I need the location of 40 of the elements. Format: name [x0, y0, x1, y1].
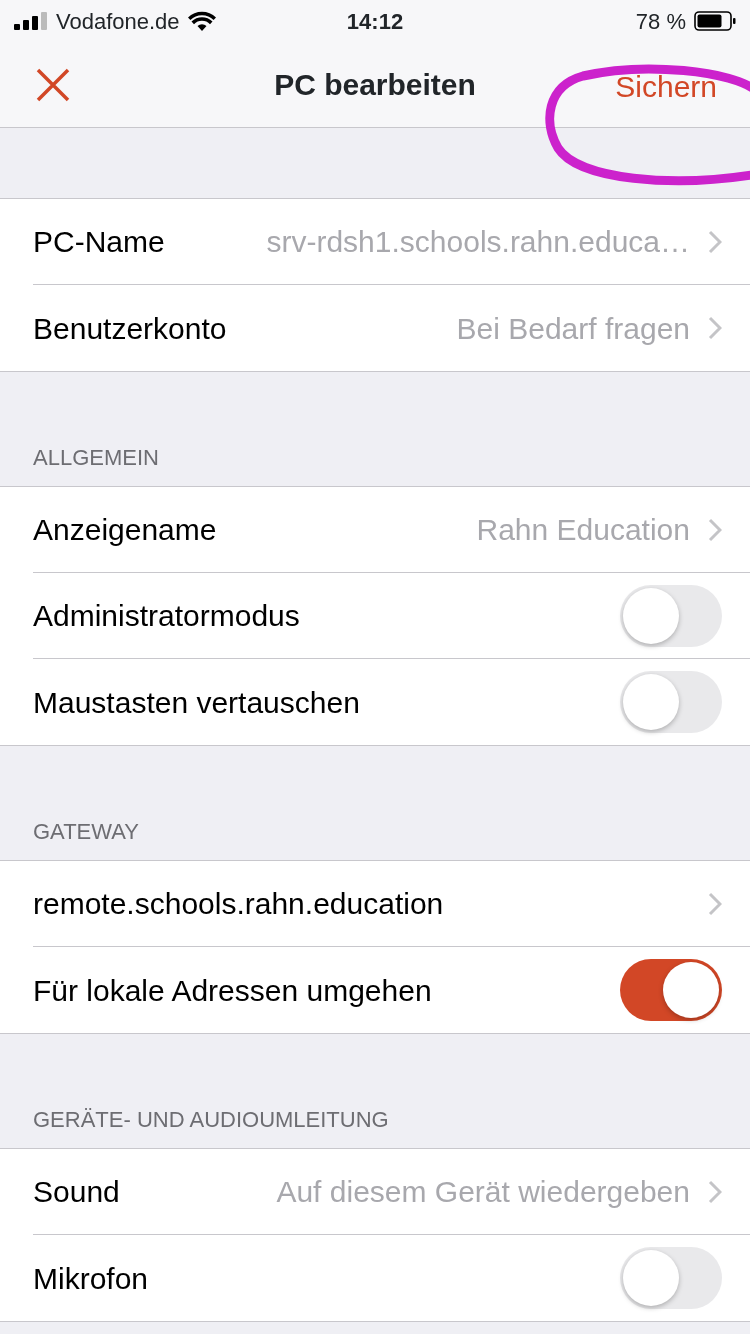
settings-row[interactable]: PC-Name srv-rdsh1.schools.rahn.educa… — [33, 199, 750, 285]
carrier-name: Vodafone.de — [56, 7, 180, 36]
chevron-icon — [708, 229, 722, 254]
row-value: srv-rdsh1.schools.rahn.educa… — [266, 224, 690, 260]
screen-title: PC bearbeiten — [274, 67, 476, 103]
row-label: Administratormodus — [33, 598, 300, 634]
row-label: Für lokale Adressen umgehen — [33, 972, 432, 1009]
section-header: GERÄTE- UND AUDIOUMLEITUNG — [33, 1106, 389, 1134]
section-header: ALLGEMEIN — [33, 444, 159, 472]
settings-row[interactable]: remote.schools.rahn.education — [33, 861, 750, 947]
row-value: Bei Bedarf fragen — [456, 310, 690, 347]
row-label: Sound — [33, 1174, 120, 1210]
settings-row[interactable]: Benutzerkonto Bei Bedarf fragen — [33, 285, 750, 371]
row-label: Mikrofon — [33, 1260, 149, 1297]
chevron-icon — [708, 316, 722, 340]
row-label: Benutzerkonto — [33, 310, 227, 347]
settings-row[interactable]: Anzeigename Rahn Education — [33, 487, 750, 573]
battery-percent: 78 % — [635, 7, 686, 36]
row-label: PC-Name — [33, 224, 165, 260]
toggle-switch[interactable] — [620, 959, 722, 1021]
chevron-icon — [708, 1179, 722, 1204]
row-value: Rahn Education — [476, 512, 690, 548]
row-label: Anzeigename — [33, 512, 217, 548]
row-label: remote.schools.rahn.education — [33, 886, 444, 922]
battery-icon — [694, 11, 736, 31]
wifi-icon — [187, 11, 216, 31]
toggle-switch[interactable] — [620, 671, 722, 733]
chevron-icon — [708, 517, 722, 542]
row-label: Maustasten vertauschen — [33, 684, 360, 721]
section-header: GATEWAY — [33, 818, 139, 846]
chevron-icon — [708, 891, 722, 916]
status-time: 14:12 — [345, 7, 405, 36]
signal-icon — [14, 12, 48, 30]
close-icon — [36, 68, 70, 102]
row-value: Auf diesem Gerät wiedergeben — [276, 1174, 690, 1210]
toggle-switch[interactable] — [620, 584, 722, 647]
close-button[interactable] — [36, 68, 70, 102]
settings-row[interactable]: Sound Auf diesem Gerät wiedergeben — [33, 1149, 750, 1235]
save-button[interactable]: Sichern — [615, 64, 717, 109]
toggle-switch[interactable] — [620, 1247, 722, 1309]
